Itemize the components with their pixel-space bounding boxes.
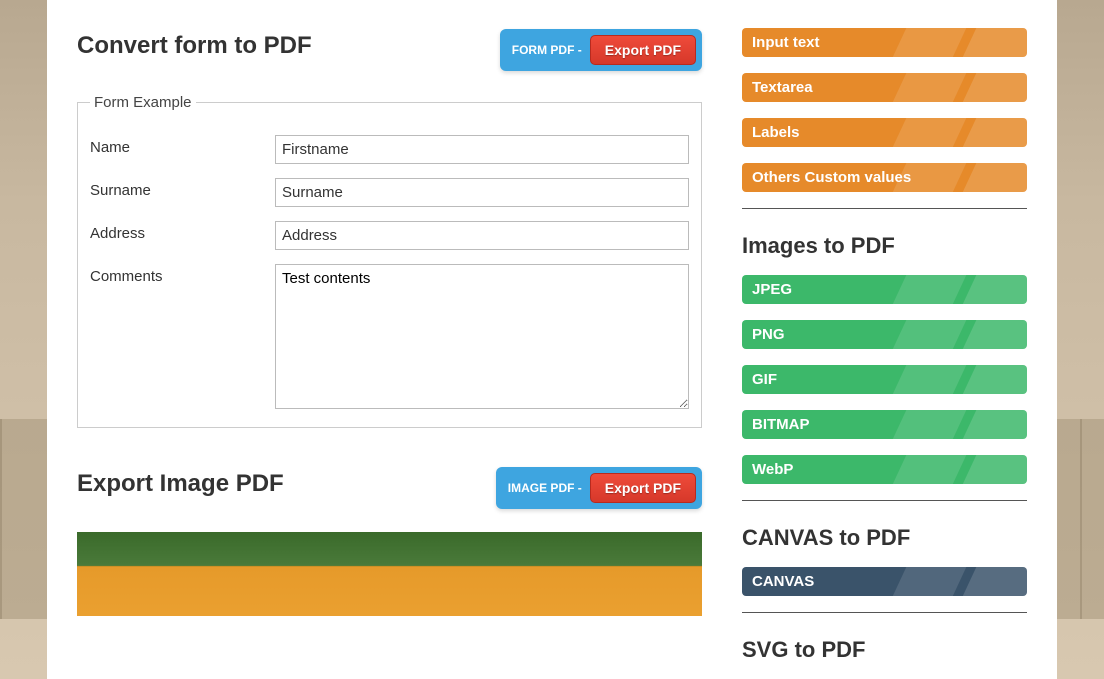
section-header: Convert form to PDF FORM PDF - Export PD…	[77, 20, 702, 80]
tag-jpeg[interactable]: JPEG	[742, 275, 1027, 304]
divider	[742, 500, 1027, 501]
tag-input-text[interactable]: Input text	[742, 28, 1027, 57]
address-input[interactable]	[275, 221, 689, 250]
comments-textarea[interactable]: Test contents	[275, 264, 689, 409]
divider	[742, 208, 1027, 209]
form-legend: Form Example	[90, 94, 196, 111]
tag-canvas[interactable]: CANVAS	[742, 567, 1027, 596]
sidebar-heading-canvas: CANVAS to PDF	[742, 525, 1027, 551]
form-to-pdf-section: Convert form to PDF FORM PDF - Export PD…	[77, 20, 702, 428]
form-row-surname: Surname	[90, 178, 689, 207]
page-container: Convert form to PDF FORM PDF - Export PD…	[47, 0, 1057, 679]
name-input[interactable]	[275, 135, 689, 164]
name-label: Name	[90, 135, 275, 156]
form-row-comments: Comments Test contents	[90, 264, 689, 409]
image-preview	[77, 532, 702, 616]
divider	[742, 612, 1027, 613]
address-label: Address	[90, 221, 275, 242]
tag-png[interactable]: PNG	[742, 320, 1027, 349]
image-pdf-pill: IMAGE PDF - Export PDF	[496, 467, 702, 509]
surname-input[interactable]	[275, 178, 689, 207]
form-pdf-pill: FORM PDF - Export PDF	[500, 29, 702, 71]
pill-prefix: IMAGE PDF -	[508, 481, 582, 495]
tag-textarea[interactable]: Textarea	[742, 73, 1027, 102]
sidebar-heading-svg: SVG to PDF	[742, 637, 1027, 663]
section-title: Convert form to PDF	[77, 32, 312, 60]
comments-label: Comments	[90, 264, 275, 285]
sidebar: Input text Textarea Labels Others Custom…	[742, 0, 1027, 679]
form-row-address: Address	[90, 221, 689, 250]
tag-webp[interactable]: WebP	[742, 455, 1027, 484]
sidebar-heading-images: Images to PDF	[742, 233, 1027, 259]
export-image-pdf-section: Export Image PDF IMAGE PDF - Export PDF	[77, 458, 702, 616]
export-image-pdf-button[interactable]: Export PDF	[590, 473, 696, 503]
main-column: Convert form to PDF FORM PDF - Export PD…	[77, 0, 702, 679]
section-title: Export Image PDF	[77, 470, 284, 498]
sidebar-group-form: Input text Textarea Labels Others Custom…	[742, 28, 1027, 209]
pill-prefix: FORM PDF -	[512, 43, 582, 57]
surname-label: Surname	[90, 178, 275, 199]
form-example-fieldset: Form Example Name Surname Address Commen…	[77, 94, 702, 428]
form-row-name: Name	[90, 135, 689, 164]
tag-gif[interactable]: GIF	[742, 365, 1027, 394]
tag-bitmap[interactable]: BITMAP	[742, 410, 1027, 439]
tag-others-custom[interactable]: Others Custom values	[742, 163, 1027, 192]
section-header: Export Image PDF IMAGE PDF - Export PDF	[77, 458, 702, 518]
sidebar-group-images: JPEG PNG GIF BITMAP WebP	[742, 275, 1027, 501]
tag-labels[interactable]: Labels	[742, 118, 1027, 147]
export-form-pdf-button[interactable]: Export PDF	[590, 35, 696, 65]
sidebar-group-canvas: CANVAS	[742, 567, 1027, 613]
